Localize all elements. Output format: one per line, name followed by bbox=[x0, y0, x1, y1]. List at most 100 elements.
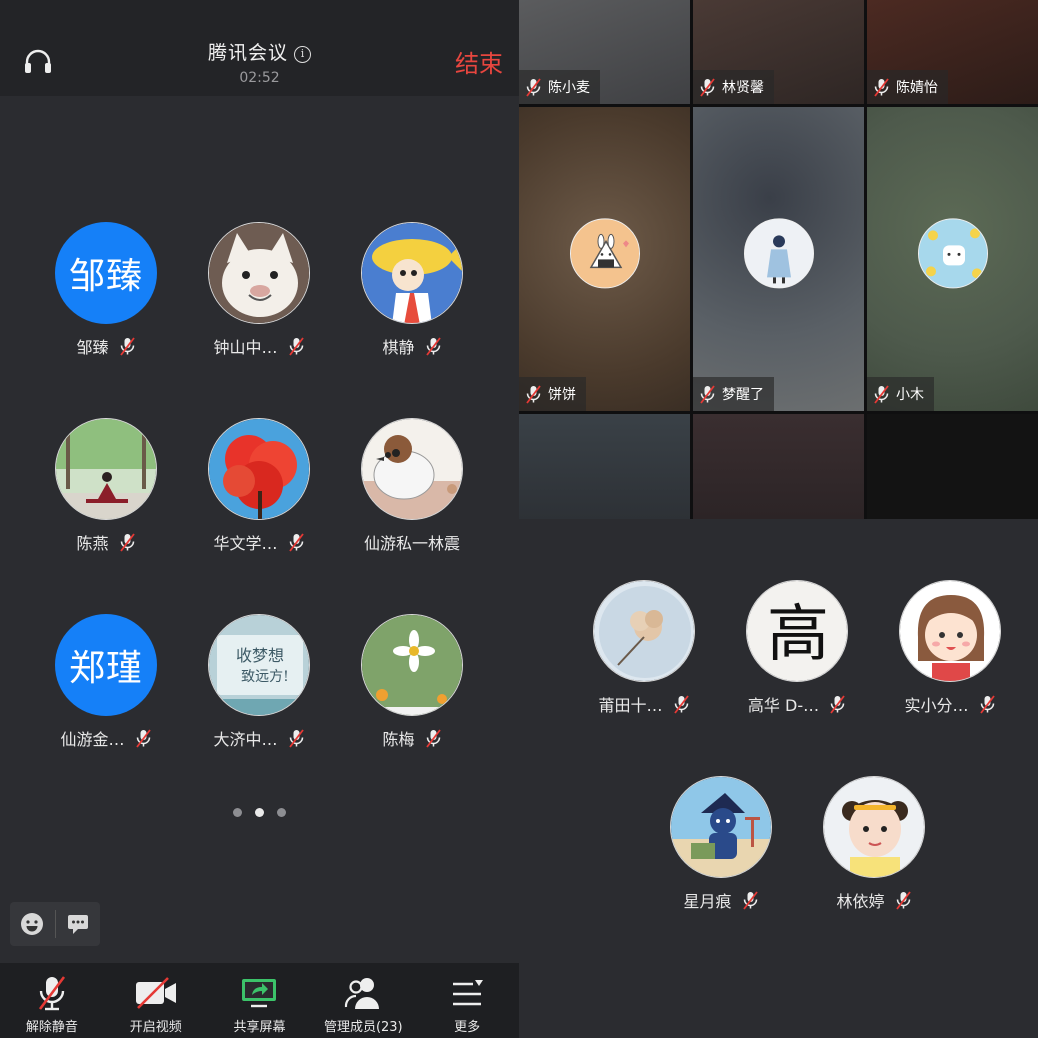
info-icon[interactable]: i bbox=[294, 46, 311, 63]
mic-muted-icon bbox=[425, 728, 442, 748]
tile-name-label: 梦醒了 bbox=[693, 377, 774, 411]
video-tile[interactable]: 陈婧怡 bbox=[867, 0, 1038, 104]
participant-name: 钟山中… bbox=[213, 338, 278, 357]
mic-muted-icon bbox=[525, 77, 542, 97]
members-icon bbox=[341, 973, 385, 1013]
top-bar: 腾讯会议 i 02:52 结束 bbox=[0, 0, 519, 96]
video-tile[interactable]: 梦醒了 bbox=[693, 107, 864, 411]
video-off-icon bbox=[134, 973, 178, 1013]
avatar-rabbit-onigiri bbox=[569, 218, 640, 289]
participant-name: 棋静 bbox=[382, 338, 415, 357]
more-button[interactable]: 更多 bbox=[415, 963, 519, 1038]
manage-members-button[interactable]: 管理成员(23) bbox=[311, 963, 415, 1038]
tile-name-label: 饼饼 bbox=[519, 377, 586, 411]
participant-card[interactable]: 郑瑾仙游金… bbox=[31, 614, 181, 750]
svg-text:收梦想: 收梦想 bbox=[236, 646, 284, 665]
avatar bbox=[208, 418, 310, 520]
unmute-label: 解除静音 bbox=[25, 1020, 78, 1035]
share-screen-icon bbox=[237, 973, 281, 1013]
mic-muted-icon bbox=[288, 728, 305, 748]
participant-card[interactable]: 莆田十… bbox=[569, 580, 719, 716]
video-tile[interactable] bbox=[693, 414, 864, 519]
video-tile[interactable]: 陈小麦 bbox=[519, 0, 690, 104]
participant-name-row: 高华 D-… bbox=[722, 692, 872, 716]
participant-name-row: 邹臻 bbox=[31, 334, 181, 358]
participant-card[interactable]: 钟山中… bbox=[184, 222, 334, 358]
mic-muted-icon bbox=[673, 694, 690, 714]
participant-name-row: 华文学… bbox=[184, 530, 334, 554]
avatar-cat-flowers bbox=[917, 218, 988, 289]
participant-card[interactable]: 陈梅 bbox=[337, 614, 487, 750]
gallery-panel: 陈小麦 林贤馨 陈婧怡 饼饼 梦醒了 小木 莆田十… 高 高华 D-… 实小分…… bbox=[519, 0, 1038, 1038]
participant-card[interactable]: 林依婷 bbox=[799, 776, 949, 912]
participant-name-row: 陈梅 bbox=[337, 726, 487, 750]
chat-button[interactable] bbox=[55, 902, 100, 946]
participant-name-row: 星月痕 bbox=[646, 888, 796, 912]
avatar bbox=[361, 614, 463, 716]
participant-name: 仙游私一林震 bbox=[363, 534, 460, 553]
meeting-title: 腾讯会议 bbox=[207, 42, 288, 64]
avatar bbox=[361, 418, 463, 520]
tile-name-label: 小木 bbox=[867, 377, 934, 411]
participant-name: 陈燕 bbox=[76, 534, 109, 553]
page-indicator bbox=[0, 808, 519, 817]
participant-card[interactable]: 棋静 bbox=[337, 222, 487, 358]
page-dot-active[interactable] bbox=[255, 808, 264, 817]
meeting-title-row[interactable]: 腾讯会议 i bbox=[0, 38, 519, 65]
avatar bbox=[899, 580, 1001, 682]
participant-name: 陈梅 bbox=[382, 730, 415, 749]
share-screen-label: 共享屏幕 bbox=[233, 1020, 286, 1035]
page-dot[interactable] bbox=[277, 808, 286, 817]
participant-card[interactable]: 华文学… bbox=[184, 418, 334, 554]
participant-name: 高华 D-… bbox=[747, 696, 820, 715]
emoji-button[interactable] bbox=[10, 902, 55, 946]
participant-card[interactable]: 星月痕 bbox=[646, 776, 796, 912]
avatar: 高 bbox=[746, 580, 848, 682]
avatar bbox=[55, 418, 157, 520]
mic-muted-icon bbox=[699, 77, 716, 97]
mic-muted-icon bbox=[699, 384, 716, 404]
svg-text:高: 高 bbox=[767, 597, 829, 670]
participant-card[interactable]: 实小分… bbox=[875, 580, 1025, 716]
page-dot[interactable] bbox=[233, 808, 242, 817]
video-tile[interactable]: 林贤馨 bbox=[693, 0, 864, 104]
participant-name: 邹臻 bbox=[76, 338, 109, 357]
bottom-toolbar: 解除静音 开启视频 共享屏幕 管理成员(23) 更多 bbox=[0, 963, 519, 1038]
mic-muted-icon bbox=[135, 728, 152, 748]
meeting-timer: 02:52 bbox=[239, 70, 280, 86]
participant-name-row: 棋静 bbox=[337, 334, 487, 358]
avatar-girl-blue-dress bbox=[743, 218, 814, 289]
participant-card[interactable]: 收梦想致远方! 大济中… bbox=[184, 614, 334, 750]
mic-muted-icon bbox=[873, 384, 890, 404]
svg-text:致远方!: 致远方! bbox=[241, 669, 289, 685]
video-tile[interactable]: 小木 bbox=[867, 107, 1038, 411]
tile-name-label: 林贤馨 bbox=[693, 70, 774, 104]
mic-muted-icon bbox=[742, 890, 759, 910]
participant-card[interactable]: 仙游私一林震 bbox=[337, 418, 487, 554]
manage-members-label: 管理成员(23) bbox=[323, 1020, 403, 1035]
share-screen-button[interactable]: 共享屏幕 bbox=[208, 963, 312, 1038]
tile-name-label: 陈婧怡 bbox=[867, 70, 948, 104]
video-tile[interactable] bbox=[867, 414, 1038, 519]
participant-card[interactable]: 陈燕 bbox=[31, 418, 181, 554]
participant-name: 实小分… bbox=[904, 696, 969, 715]
video-tile[interactable]: 饼饼 bbox=[519, 107, 690, 411]
participant-card[interactable]: 高高华 D-… bbox=[722, 580, 872, 716]
mic-muted-icon bbox=[119, 532, 136, 552]
start-video-button[interactable]: 开启视频 bbox=[104, 963, 208, 1038]
avatar bbox=[361, 222, 463, 324]
participant-name: 大济中… bbox=[213, 730, 278, 749]
video-tile[interactable] bbox=[519, 414, 690, 519]
video-grid: 陈小麦 林贤馨 陈婧怡 饼饼 梦醒了 小木 bbox=[519, 0, 1038, 519]
avatar: 收梦想致远方! bbox=[208, 614, 310, 716]
avatar-initials: 郑瑾 bbox=[55, 614, 157, 716]
unmute-button[interactable]: 解除静音 bbox=[0, 963, 104, 1038]
mic-muted-icon bbox=[979, 694, 996, 714]
participant-name-row: 实小分… bbox=[875, 692, 1025, 716]
participant-card[interactable]: 邹臻 邹臻 bbox=[31, 222, 181, 358]
mic-muted-icon bbox=[895, 890, 912, 910]
participant-name: 仙游金… bbox=[60, 730, 125, 749]
end-meeting-button[interactable]: 结束 bbox=[455, 44, 503, 79]
participant-name-row: 陈燕 bbox=[31, 530, 181, 554]
mic-off-icon bbox=[30, 973, 74, 1013]
